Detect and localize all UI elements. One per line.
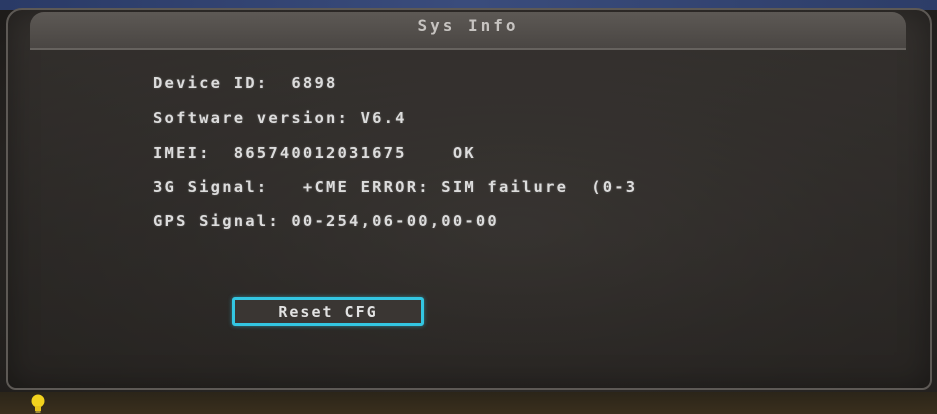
- reset-cfg-button[interactable]: Reset CFG: [232, 297, 424, 326]
- monitor-bezel-bottom: [0, 392, 937, 414]
- sys-info-screen: Sys Info Device ID: 6898 Software versio…: [0, 0, 937, 414]
- gps-signal-line: GPS Signal: 00-254,06-00,00-00: [153, 212, 499, 230]
- software-version-line: Software version: V6.4: [153, 109, 407, 127]
- imei-line: IMEI: 865740012031675 OK: [153, 144, 476, 162]
- sys-info-panel: Sys Info: [6, 8, 932, 390]
- device-id-line: Device ID: 6898: [153, 74, 338, 92]
- title-bar: Sys Info: [30, 12, 906, 50]
- 3g-signal-line: 3G Signal: +CME ERROR: SIM failure (0-3: [153, 178, 638, 196]
- window-title: Sys Info: [417, 16, 519, 35]
- lightbulb-icon: [31, 394, 45, 413]
